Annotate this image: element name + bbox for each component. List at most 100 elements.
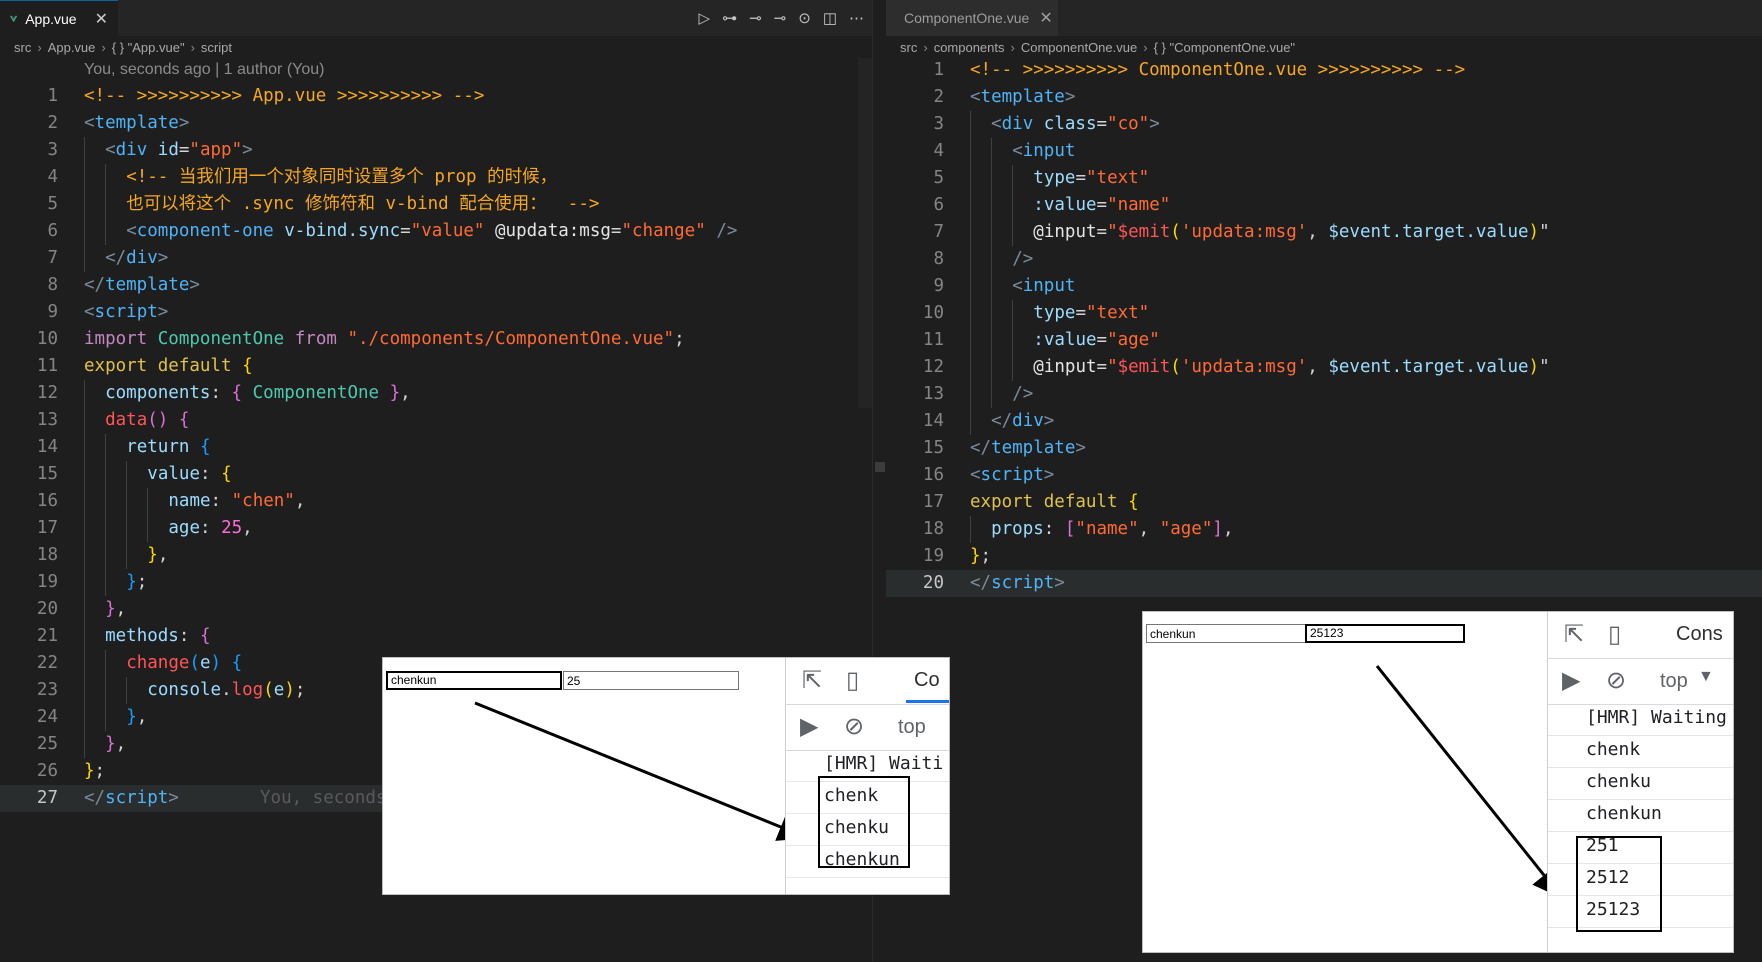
device-toggle-icon[interactable]: ▯ bbox=[846, 666, 859, 695]
breadcrumb-item[interactable]: src bbox=[14, 40, 31, 55]
code-line[interactable]: 2 <template> bbox=[0, 110, 872, 137]
code-token: @input bbox=[1033, 222, 1097, 242]
code-line[interactable]: 6 <component-one v-bind.sync="value" @upd… bbox=[0, 218, 872, 245]
code-line[interactable]: 10 type="text" bbox=[886, 300, 1762, 327]
indent-guide bbox=[105, 164, 107, 191]
line-number: 6 bbox=[933, 195, 944, 215]
tab-app-vue[interactable]: App.vue ✕ bbox=[0, 0, 118, 36]
breadcrumb-item[interactable]: src bbox=[900, 40, 917, 55]
close-icon[interactable]: ✕ bbox=[1039, 8, 1052, 28]
code-line[interactable]: 1 <!-- >>>>>>>>>> App.vue >>>>>>>>>> --> bbox=[0, 83, 872, 110]
console-message: chenk bbox=[1548, 732, 1733, 768]
scrollbar[interactable] bbox=[858, 58, 872, 408]
code-token: : bbox=[1043, 519, 1065, 539]
console-text: [HMR] Waiting bbox=[1586, 707, 1727, 728]
code-line[interactable]: 15 value: { bbox=[0, 461, 872, 488]
indent-guide bbox=[84, 191, 85, 218]
chevron-down-icon[interactable]: ▼ bbox=[1698, 668, 1714, 686]
close-icon[interactable]: ✕ bbox=[95, 9, 108, 29]
code-token: = bbox=[610, 221, 622, 241]
code-token: template bbox=[980, 87, 1065, 107]
code-line[interactable]: 11:value="age" bbox=[886, 327, 1762, 354]
code-line[interactable]: 14 </div> bbox=[886, 408, 1762, 435]
code-line[interactable]: 18}, bbox=[0, 542, 872, 569]
code-line[interactable]: 19}; bbox=[0, 569, 872, 596]
code-token: </ bbox=[84, 275, 106, 295]
code-line[interactable]: 19}; bbox=[886, 543, 1762, 570]
code-line[interactable]: 20 </script> bbox=[886, 570, 1762, 597]
breadcrumb-item[interactable]: script bbox=[201, 40, 232, 55]
code-line[interactable]: 3 <div id="app"> bbox=[0, 137, 872, 164]
code-line[interactable]: 12 @input="$emit('updata:msg', $event.tar… bbox=[886, 354, 1762, 381]
code-text: age: 25, bbox=[168, 515, 252, 542]
code-line[interactable]: 17 export default { bbox=[886, 489, 1762, 516]
next-change-icon[interactable]: ⊸ bbox=[774, 9, 787, 27]
code-line[interactable]: 7 @input="$emit('updata:msg', $event.targ… bbox=[886, 219, 1762, 246]
more-actions-icon[interactable]: ⋯ bbox=[849, 9, 864, 27]
breadcrumb-item[interactable]: { } "App.vue" bbox=[112, 40, 185, 55]
split-editor-icon[interactable]: ◫ bbox=[823, 9, 837, 27]
code-line[interactable]: 5 也可以将这个 .sync 修饰符和 v-bind 配合使用： --> bbox=[0, 191, 872, 218]
timeline-icon[interactable]: ⊙ bbox=[798, 9, 811, 27]
run-icon[interactable]: ▷ bbox=[699, 9, 711, 27]
inspect-icon[interactable]: ⇱ bbox=[802, 666, 822, 695]
code-line[interactable]: 2 <template> bbox=[886, 84, 1762, 111]
git-compare-icon[interactable]: ⊶ bbox=[722, 9, 737, 27]
indent-guide bbox=[1012, 219, 1014, 246]
inspect-icon[interactable]: ⇱ bbox=[1564, 620, 1584, 649]
code-token: ; bbox=[94, 761, 106, 781]
clear-console-icon[interactable]: ⊘ bbox=[1606, 666, 1626, 695]
sash-handle[interactable] bbox=[875, 462, 885, 472]
code-text: type="text" bbox=[1033, 300, 1149, 327]
code-line[interactable]: 8 </template> bbox=[0, 272, 872, 299]
sidebar-toggle-icon[interactable]: ▶ bbox=[800, 712, 818, 741]
breadcrumb-item[interactable]: App.vue bbox=[48, 40, 96, 55]
code-token: </ bbox=[84, 788, 106, 808]
code-line[interactable]: 16 <script> bbox=[886, 462, 1762, 489]
code-token: : bbox=[178, 626, 200, 646]
code-line[interactable]: 16 name: "chen", bbox=[0, 488, 872, 515]
line-number: 11 bbox=[36, 356, 58, 376]
code-line[interactable]: 12 components: { ComponentOne }, bbox=[0, 380, 872, 407]
code-line[interactable]: 9 <script> bbox=[0, 299, 872, 326]
code-line[interactable]: 5 type="text" bbox=[886, 165, 1762, 192]
breadcrumb-item[interactable]: components bbox=[934, 40, 1005, 55]
code-line[interactable]: 14 return { bbox=[0, 434, 872, 461]
code-line[interactable]: 9 <input bbox=[886, 273, 1762, 300]
code-line[interactable]: 13 /> bbox=[886, 381, 1762, 408]
code-line[interactable]: 3 <div class="co"> bbox=[886, 111, 1762, 138]
code-token: "app" bbox=[189, 140, 243, 160]
code-line[interactable]: 1 <!-- >>>>>>>>>> ComponentOne.vue >>>>>>… bbox=[886, 57, 1762, 84]
context-selector[interactable]: top bbox=[1660, 670, 1688, 693]
context-selector[interactable]: top bbox=[898, 716, 926, 739]
device-toggle-icon[interactable]: ▯ bbox=[1608, 620, 1621, 649]
code-line[interactable]: 21 methods: { bbox=[0, 623, 872, 650]
code-token: ; bbox=[294, 680, 306, 700]
code-line[interactable]: 6:value="name" bbox=[886, 192, 1762, 219]
codelens-blame[interactable]: You, seconds ago | 1 author (You) bbox=[84, 58, 324, 82]
clear-console-icon[interactable]: ⊘ bbox=[844, 712, 864, 741]
code-line[interactable]: 10 import ComponentOne from "./components… bbox=[0, 326, 872, 353]
breadcrumb-item[interactable]: ComponentOne.vue bbox=[1021, 40, 1137, 55]
sidebar-toggle-icon[interactable]: ▶ bbox=[1562, 666, 1580, 695]
code-line[interactable]: 18 props: ["name", "age"], bbox=[886, 516, 1762, 543]
code-area-right[interactable]: 1 <!-- >>>>>>>>>> ComponentOne.vue >>>>>>… bbox=[886, 57, 1762, 597]
code-line[interactable]: 11 export default { bbox=[0, 353, 872, 380]
code-line[interactable]: 4 <input bbox=[886, 138, 1762, 165]
code-line[interactable]: 7 </div> bbox=[0, 245, 872, 272]
code-line[interactable]: 13 data() { bbox=[0, 407, 872, 434]
line-number: 17 bbox=[922, 492, 944, 512]
code-line[interactable]: 15 </template> bbox=[886, 435, 1762, 462]
previous-change-icon[interactable]: ⊸ bbox=[749, 9, 762, 27]
line-number: 24 bbox=[36, 707, 58, 727]
line-number: 10 bbox=[36, 329, 58, 349]
code-token: template bbox=[991, 438, 1076, 458]
devtools-tab-console[interactable]: Cons bbox=[1676, 623, 1723, 646]
code-line[interactable]: 17 age: 25, bbox=[0, 515, 872, 542]
code-line[interactable]: 4 <!-- 当我们用一个对象同时设置多个 prop 的时候， bbox=[0, 164, 872, 191]
tab-componentone-vue[interactable]: ComponentOne.vue ✕ bbox=[886, 0, 1058, 36]
breadcrumb-item[interactable]: { } "ComponentOne.vue" bbox=[1154, 40, 1296, 55]
devtools-tab-console[interactable]: Co bbox=[914, 669, 940, 692]
code-line[interactable]: 8 /> bbox=[886, 246, 1762, 273]
code-line[interactable]: 20}, bbox=[0, 596, 872, 623]
